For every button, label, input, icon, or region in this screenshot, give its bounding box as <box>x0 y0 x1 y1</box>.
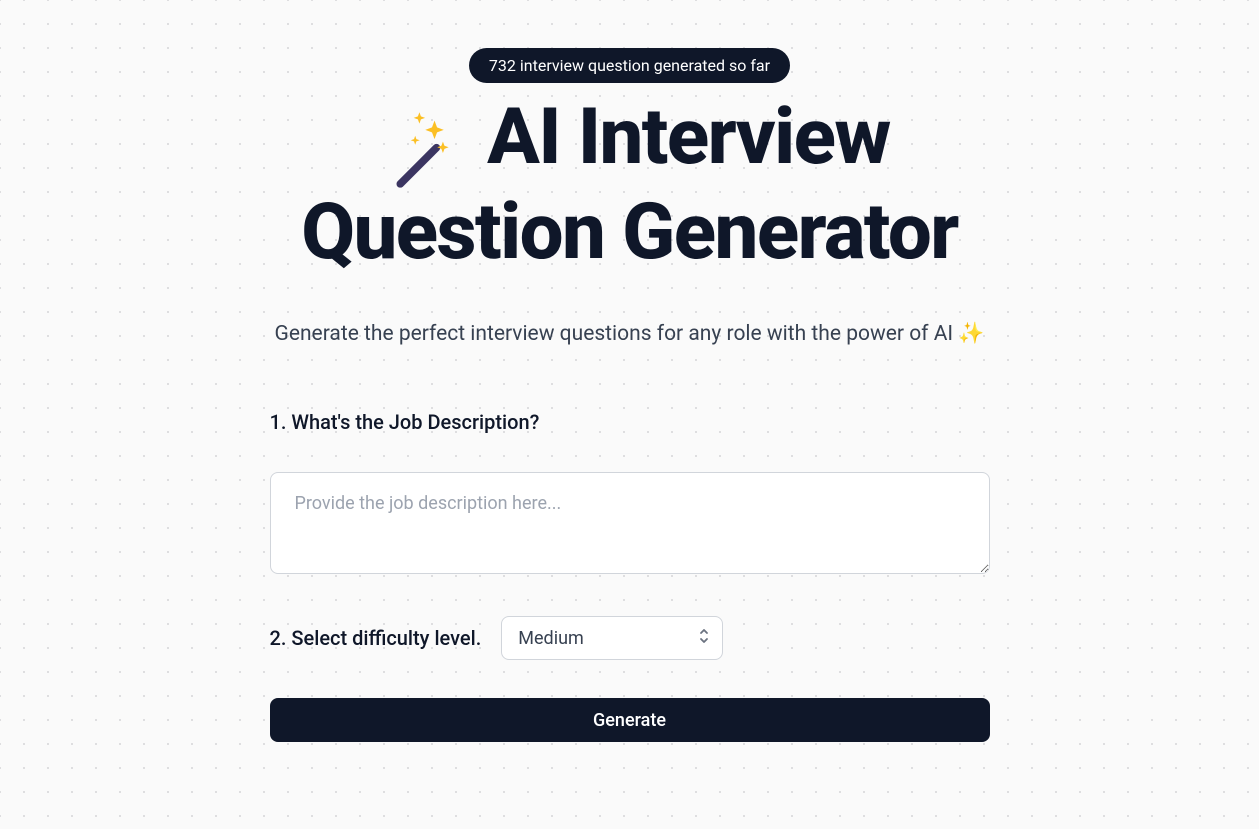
difficulty-label: 2. Select difficulty level. <box>270 626 482 650</box>
job-description-input[interactable] <box>270 472 990 574</box>
page-title: AI InterviewQuestion Generator <box>301 97 958 274</box>
subtitle: Generate the perfect interview questions… <box>275 322 985 346</box>
stats-badge: 732 interview question generated so far <box>469 48 790 83</box>
difficulty-row: 2. Select difficulty level. EasyMediumHa… <box>270 616 990 660</box>
magic-wand-icon <box>369 105 453 192</box>
job-description-label: 1. What's the Job Description? <box>270 410 990 434</box>
title-wrap: AI InterviewQuestion Generator <box>301 97 958 322</box>
title-line2: Question Generator <box>301 187 958 278</box>
form: 1. What's the Job Description? 2. Select… <box>270 410 990 742</box>
generate-button[interactable]: Generate <box>270 698 990 742</box>
difficulty-select[interactable]: EasyMediumHard <box>501 616 723 660</box>
difficulty-select-wrap: EasyMediumHard <box>501 616 723 660</box>
title-line1: AI Interview <box>469 92 889 183</box>
main-container: 732 interview question generated so far <box>0 0 1259 742</box>
